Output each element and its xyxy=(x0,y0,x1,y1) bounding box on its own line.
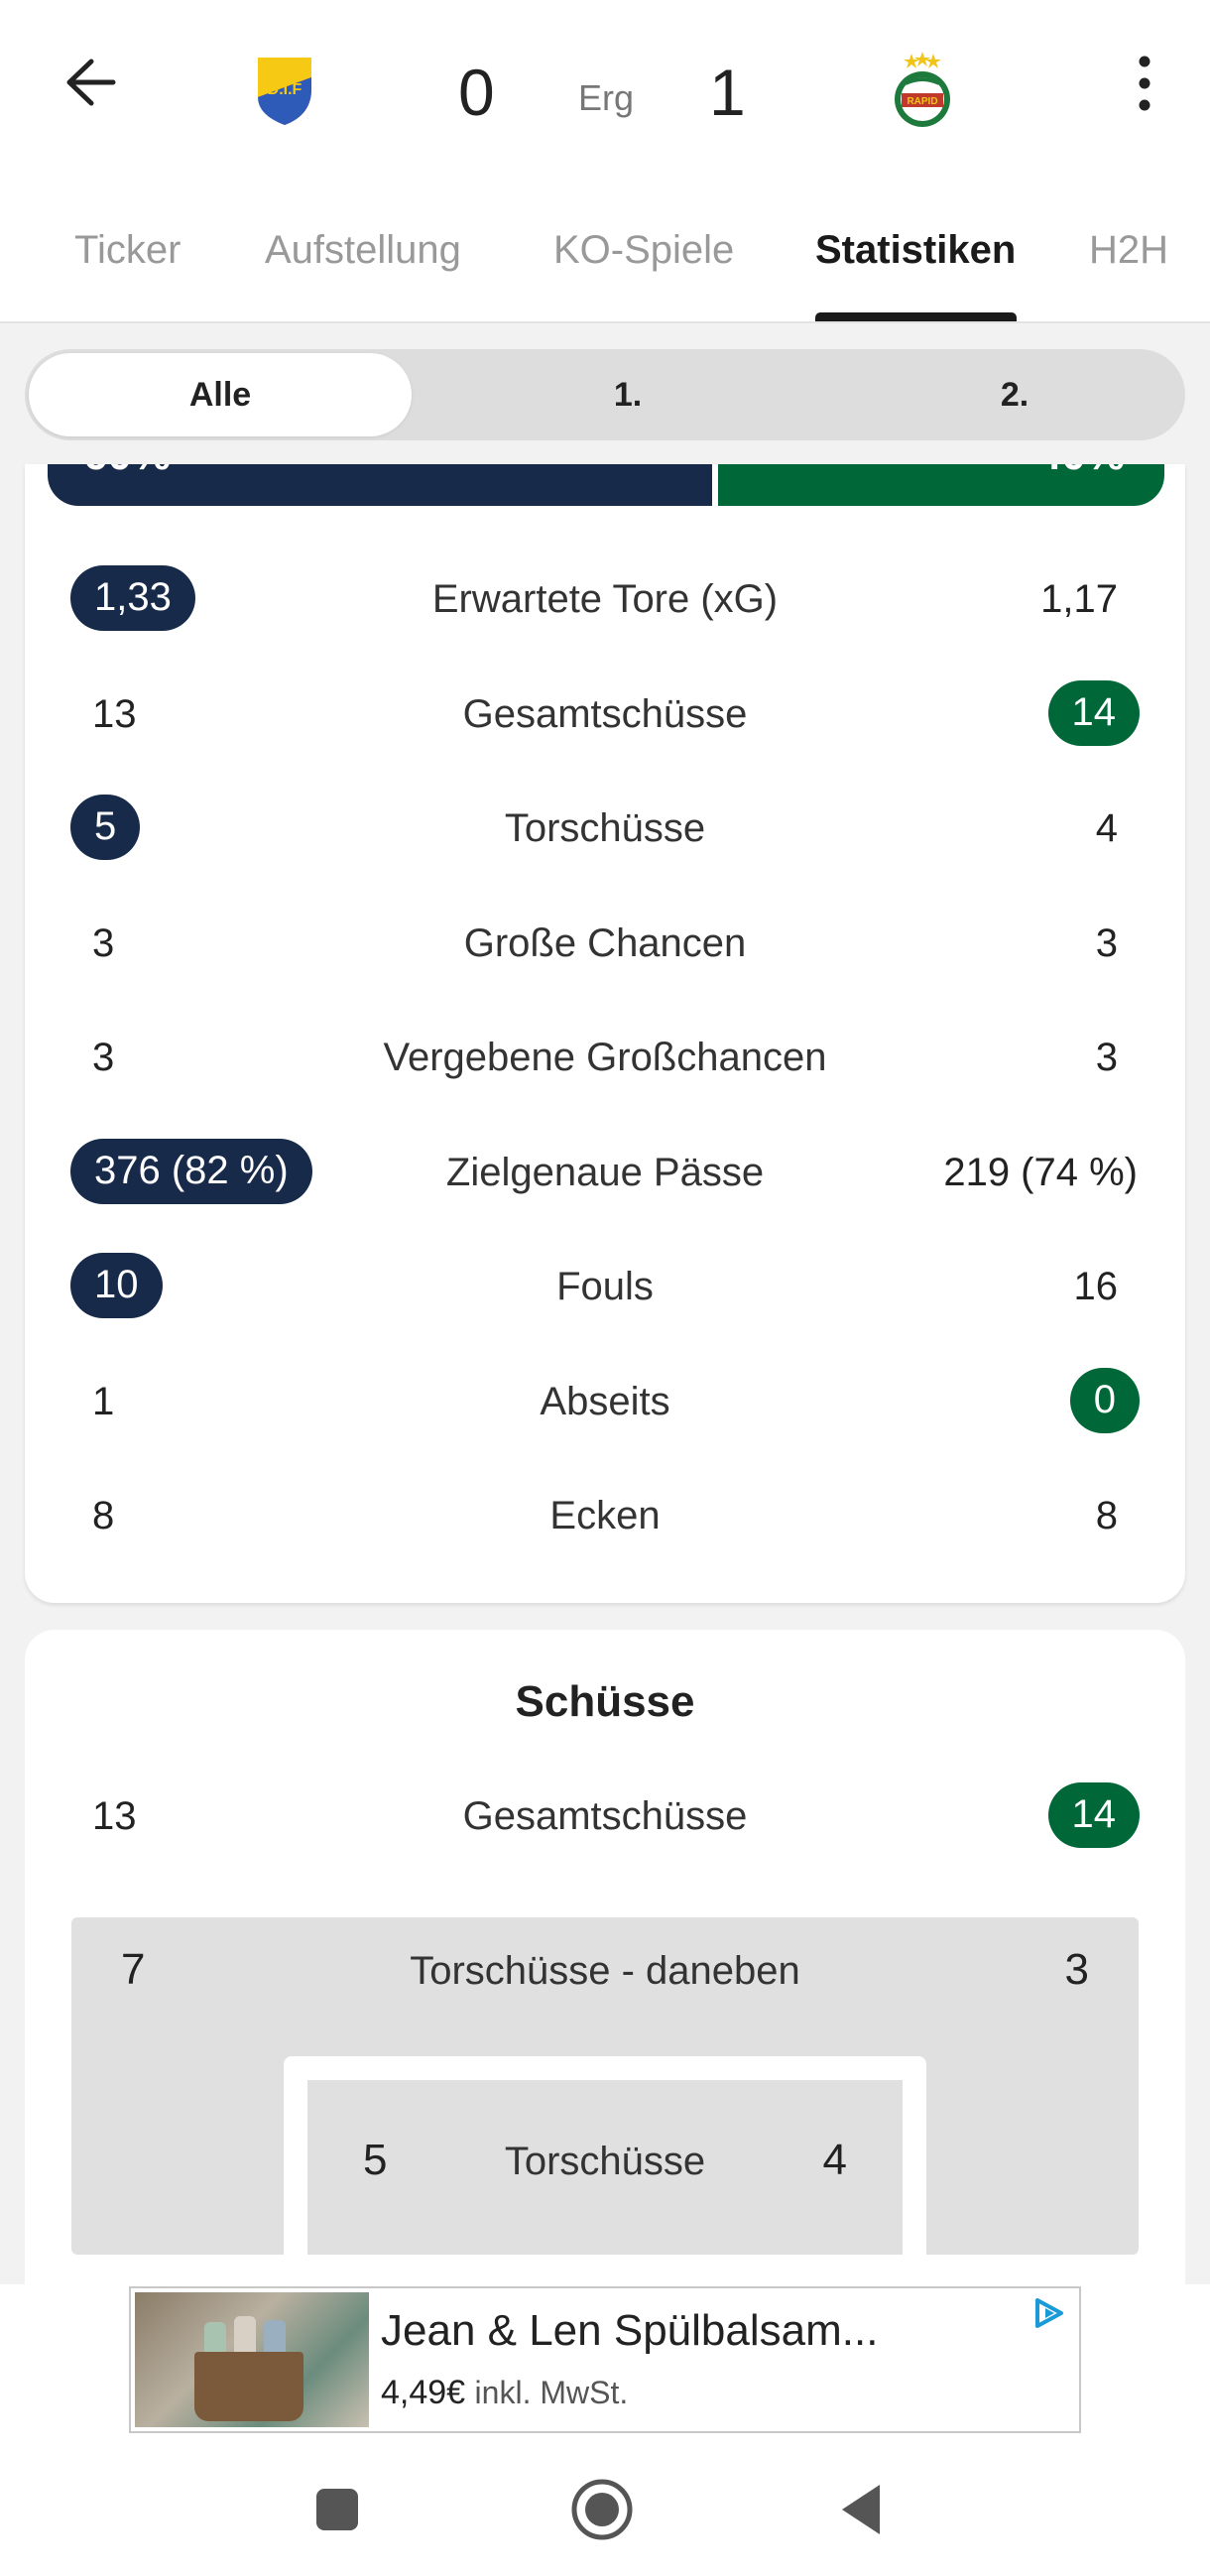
ad-choices-icon[interactable] xyxy=(1029,2296,1069,2332)
possession-bar: 60% 40% xyxy=(48,464,1164,506)
tab-ticker[interactable]: Ticker xyxy=(74,228,181,273)
period-segmented-control: Alle 1. 2. xyxy=(25,349,1185,440)
stat-row-offsides: 1 Abseits 0 xyxy=(25,1366,1185,1435)
back-arrow-icon[interactable] xyxy=(52,48,121,117)
match-status: Erg xyxy=(578,77,635,118)
shots-card: Schüsse 13 Gesamtschüsse 14 7 Torschüsse… xyxy=(25,1630,1185,2284)
stat-row-xg: 1,33 Erwartete Tore (xG) 1,17 xyxy=(25,563,1185,633)
home-circle-icon[interactable] xyxy=(567,2475,637,2544)
stat-row-shots-on-target: 5 Torschüsse 4 xyxy=(25,793,1185,862)
home-score: 0 xyxy=(458,56,495,129)
possession-home-bar: 60% xyxy=(48,464,712,506)
period-selector-bar: Alle 1. 2. xyxy=(0,323,1210,464)
goal-frame: 5 Torschüsse 4 xyxy=(284,2056,926,2255)
period-second-half-button[interactable]: 2. xyxy=(823,353,1206,436)
away-score: 1 xyxy=(709,56,746,129)
ad-price-note: inkl. MwSt. xyxy=(474,2375,629,2410)
stat-label: Abseits xyxy=(540,1380,670,1423)
recents-square-icon[interactable] xyxy=(302,2475,372,2544)
stat-label: Erwartete Tore (xG) xyxy=(431,577,779,621)
away-team-logo[interactable]: RAPID xyxy=(888,50,957,129)
shots-section-title: Schüsse xyxy=(515,1677,695,1726)
stat-away-value: 219 (74 %) xyxy=(943,1151,1138,1194)
shots-on-target-label: Torschüsse xyxy=(504,2140,706,2183)
ad-product-image xyxy=(135,2292,369,2427)
stat-label: Ecken xyxy=(549,1494,661,1537)
tab-statistiken[interactable]: Statistiken xyxy=(815,228,1016,273)
period-first-half-button[interactable]: 1. xyxy=(436,353,819,436)
stat-row-accurate-passes: 376 (82 %) Zielgenaue Pässe 219 (74 %) xyxy=(25,1137,1185,1206)
shots-off-target-label: Torschüsse - daneben xyxy=(410,1949,800,1993)
possession-away-value: 40% xyxy=(1037,464,1125,480)
tab-bar: Ticker Aufstellung KO-Spiele Statistiken… xyxy=(0,218,1210,322)
stats-card: 60% 40% 1,33 Erwartete Tore (xG) 1,17 13… xyxy=(25,464,1185,1603)
home-team-logo[interactable]: D.I.F xyxy=(250,50,319,129)
ad-price: 4,49€ xyxy=(381,2374,466,2411)
stat-away-value: 3 xyxy=(1095,921,1118,965)
stat-away-value: 14 xyxy=(1047,1782,1140,1848)
possession-home-value: 60% xyxy=(83,464,171,480)
svg-text:D.I.F: D.I.F xyxy=(268,81,302,98)
ad-banner[interactable]: Jean & Len Spülbalsam... 4,49€ inkl. MwS… xyxy=(129,2286,1081,2433)
stat-away-value: 1,17 xyxy=(1040,577,1118,621)
stat-label: Fouls xyxy=(556,1265,654,1308)
shots-off-target-box: 7 Torschüsse - daneben 3 5 Torschüsse 4 xyxy=(71,1917,1139,2255)
ad-price-line: 4,49€ inkl. MwSt. xyxy=(381,2374,628,2412)
system-nav-bar xyxy=(0,2443,1210,2576)
stat-row-total-shots: 13 Gesamtschüsse 14 xyxy=(25,1780,1185,1850)
tab-h2h[interactable]: H2H xyxy=(1089,228,1168,273)
shots-off-target-away: 3 xyxy=(1064,1945,1089,1994)
shots-on-target-box: 5 Torschüsse 4 xyxy=(307,2080,903,2255)
stat-away-value: 4 xyxy=(1095,806,1118,850)
tab-aufstellung[interactable]: Aufstellung xyxy=(265,228,461,273)
stat-label: Vergebene Großchancen xyxy=(383,1036,827,1079)
stat-away-value: 14 xyxy=(1047,680,1140,746)
stat-away-value: 3 xyxy=(1095,1036,1118,1079)
stat-row-total-shots: 13 Gesamtschüsse 14 xyxy=(25,678,1185,748)
back-triangle-icon[interactable] xyxy=(828,2475,898,2544)
stat-row-big-chances: 3 Große Chancen 3 xyxy=(25,908,1185,977)
shots-on-target-away: 4 xyxy=(822,2136,847,2184)
stat-away-value: 16 xyxy=(1073,1265,1119,1308)
stat-away-value: 8 xyxy=(1095,1494,1118,1537)
stat-row-corners: 8 Ecken 8 xyxy=(25,1480,1185,1549)
stat-row-big-chances-missed: 3 Vergebene Großchancen 3 xyxy=(25,1022,1185,1091)
stat-label: Gesamtschüsse xyxy=(462,692,748,736)
period-all-button[interactable]: Alle xyxy=(29,353,412,436)
svg-text:RAPID: RAPID xyxy=(907,96,937,107)
ad-title[interactable]: Jean & Len Spülbalsam... xyxy=(381,2306,878,2356)
stat-label: Torschüsse xyxy=(504,806,706,850)
possession-away-bar: 40% xyxy=(718,464,1164,506)
tab-ko-spiele[interactable]: KO-Spiele xyxy=(553,228,734,273)
stat-label: Große Chancen xyxy=(463,921,747,965)
match-header: D.I.F 0 Erg 1 RAPID Ticker Aufstellung K… xyxy=(0,0,1210,323)
stat-away-value: 0 xyxy=(1069,1368,1140,1433)
stat-label: Gesamtschüsse xyxy=(462,1794,748,1838)
stat-row-fouls: 10 Fouls 16 xyxy=(25,1251,1185,1320)
more-vertical-icon[interactable] xyxy=(1121,52,1168,115)
